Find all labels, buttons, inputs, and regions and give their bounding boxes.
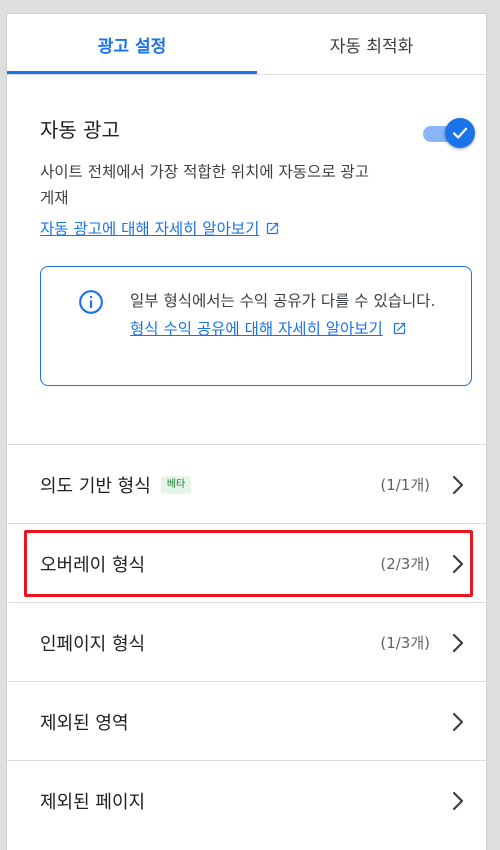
beta-badge: 베타: [160, 475, 192, 494]
revenue-share-info-box: 일부 형식에서는 수익 공유가 다를 수 있습니다. 형식 수익 공유에 대해 …: [40, 266, 472, 386]
info-text: 일부 형식에서는 수익 공유가 다를 수 있습니다. 형식 수익 공유에 대해 …: [130, 287, 450, 343]
learn-more-label: 자동 광고에 대해 자세히 알아보기: [40, 220, 260, 238]
open-in-new-icon: [393, 322, 405, 335]
toggle-thumb: [445, 118, 475, 148]
row-label: 제외된 페이지: [40, 761, 145, 840]
info-icon: [79, 290, 103, 314]
auto-ads-toggle[interactable]: [423, 118, 475, 148]
row-count: (1/3개): [380, 634, 430, 652]
auto-ads-learn-more-link[interactable]: 자동 광고에 대해 자세히 알아보기: [40, 217, 280, 239]
auto-ads-title: 자동 광고: [40, 118, 120, 142]
row-label-text: 제외된 영역: [40, 712, 129, 734]
row-label: 제외된 영역: [40, 682, 129, 761]
info-message: 일부 형식에서는 수익 공유가 다를 수 있습니다.: [130, 292, 436, 310]
chevron-right-icon: [452, 554, 464, 574]
tab-auto-optimize[interactable]: 자동 최적화: [257, 14, 486, 74]
check-icon: [452, 127, 468, 139]
chevron-right-icon: [452, 475, 464, 495]
info-link-label: 형식 수익 공유에 대해 자세히 알아보기: [130, 320, 383, 338]
auto-ads-description: 사이트 전체에서 가장 적합한 위치에 자동으로 광고 게재: [40, 163, 370, 207]
row-label-text: 의도 기반 형식: [40, 475, 151, 497]
tab-ad-settings[interactable]: 광고 설정: [7, 14, 257, 74]
chevron-right-icon: [452, 633, 464, 653]
chevron-right-icon: [452, 791, 464, 811]
tab-bar: 광고 설정 자동 최적화: [7, 14, 486, 75]
row-count: (2/3개): [380, 555, 430, 573]
revenue-share-learn-more-link[interactable]: 형식 수익 공유에 대해 자세히 알아보기: [130, 320, 383, 338]
row-label-text: 오버레이 형식: [40, 554, 146, 576]
row-overlay-formats[interactable]: 오버레이 형식 (2/3개): [7, 523, 486, 602]
row-label-text: 인페이지 형식: [40, 633, 146, 655]
row-count: (1/1개): [380, 476, 430, 494]
row-excluded-areas[interactable]: 제외된 영역: [7, 681, 486, 760]
row-label: 인페이지 형식: [40, 603, 145, 682]
row-label: 의도 기반 형식 베타: [40, 445, 192, 524]
ad-settings-panel: 광고 설정 자동 최적화 자동 광고 사이트 전체에서 가장 적합한 위치에 자…: [7, 14, 486, 850]
open-in-new-icon: [267, 222, 279, 234]
row-label-text: 제외된 페이지: [40, 791, 146, 813]
row-intent-based-formats[interactable]: 의도 기반 형식 베타 (1/1개): [7, 444, 486, 523]
row-excluded-pages[interactable]: 제외된 페이지: [7, 760, 486, 839]
row-in-page-formats[interactable]: 인페이지 형식 (1/3개): [7, 602, 486, 681]
active-tab-indicator: [7, 71, 257, 74]
chevron-right-icon: [452, 712, 464, 732]
row-label: 오버레이 형식: [40, 524, 145, 603]
